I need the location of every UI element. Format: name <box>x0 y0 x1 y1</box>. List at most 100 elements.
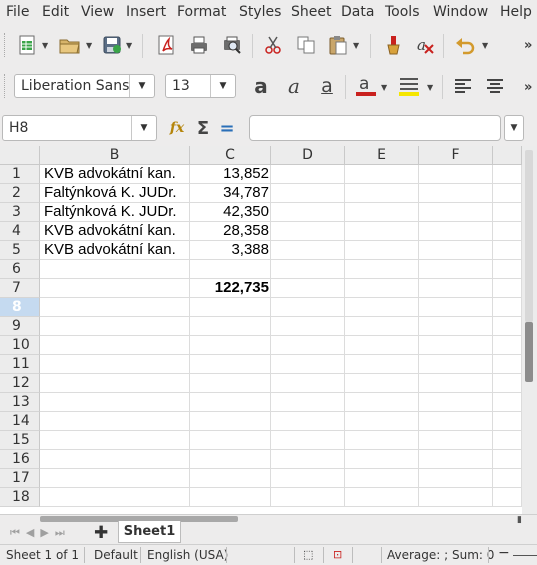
grid-cell[interactable] <box>271 412 345 431</box>
export-pdf-icon[interactable] <box>153 32 179 58</box>
grid-cell[interactable] <box>493 298 522 317</box>
undo-icon[interactable] <box>452 32 478 58</box>
grid-cell[interactable] <box>493 469 522 488</box>
grid-cell[interactable] <box>271 469 345 488</box>
chevron-down-icon[interactable]: ▼ <box>482 41 488 50</box>
column-header-g[interactable] <box>493 146 522 165</box>
grid-cell[interactable] <box>493 241 522 260</box>
row-header[interactable]: 5 <box>0 241 40 260</box>
grid-cell[interactable]: 122,735 <box>190 279 271 298</box>
row-header[interactable]: 13 <box>0 393 40 412</box>
new-spreadsheet-icon[interactable] <box>14 32 40 58</box>
copy-icon[interactable] <box>293 32 319 58</box>
grid-cell[interactable] <box>345 355 419 374</box>
grid-cell[interactable]: KVB advokátní kan. <box>40 222 190 241</box>
grid-cell[interactable] <box>419 260 493 279</box>
grid-cell[interactable] <box>271 450 345 469</box>
grid-cell[interactable] <box>419 431 493 450</box>
grid-cell[interactable] <box>345 260 419 279</box>
grid-cell[interactable] <box>345 450 419 469</box>
grid-cell[interactable]: 13,852 <box>190 165 271 184</box>
grid-cell[interactable] <box>345 393 419 412</box>
paste-icon[interactable] <box>325 32 351 58</box>
grid-cell[interactable] <box>190 450 271 469</box>
print-icon[interactable] <box>186 32 212 58</box>
grid-cell[interactable] <box>493 336 522 355</box>
row-header[interactable]: 7 <box>0 279 40 298</box>
function-wizard-icon[interactable]: fx <box>164 115 190 141</box>
add-sheet-icon[interactable]: ✚ <box>94 523 108 543</box>
font-color-icon[interactable]: a <box>353 73 379 99</box>
grid-cell[interactable] <box>40 260 190 279</box>
menu-insert[interactable]: Insert <box>126 4 166 20</box>
document-modified-icon[interactable]: ⊡ <box>333 548 342 561</box>
grid-cell[interactable]: 3,388 <box>190 241 271 260</box>
grid-cell[interactable] <box>40 431 190 450</box>
grid-cell[interactable] <box>190 317 271 336</box>
grid-cell[interactable] <box>345 412 419 431</box>
grid-cell[interactable]: 34,787 <box>190 184 271 203</box>
grid-cell[interactable] <box>493 374 522 393</box>
grid-cell[interactable] <box>419 165 493 184</box>
grid-cell[interactable]: KVB advokátní kan. <box>40 241 190 260</box>
grid-cell[interactable] <box>493 431 522 450</box>
row-header[interactable]: 1 <box>0 165 40 184</box>
grid-cell[interactable] <box>493 450 522 469</box>
vertical-scrollbar[interactable] <box>522 146 537 514</box>
italic-icon[interactable]: a <box>281 73 307 99</box>
column-header-b[interactable]: B <box>40 146 190 165</box>
grid-cell[interactable] <box>190 336 271 355</box>
grid-cell[interactable] <box>419 450 493 469</box>
grid-cell[interactable] <box>271 203 345 222</box>
grid-cell[interactable] <box>271 355 345 374</box>
clone-formatting-icon[interactable] <box>380 32 406 58</box>
chevron-down-icon[interactable]: ▼ <box>381 83 387 92</box>
grid-cell[interactable] <box>345 203 419 222</box>
name-box[interactable]: H8 ▼ <box>2 115 157 141</box>
grid-cell[interactable]: Faltýnková K. JUDr. <box>40 184 190 203</box>
grid-cell[interactable] <box>271 241 345 260</box>
grid-cell[interactable] <box>40 374 190 393</box>
grid-cell[interactable] <box>419 355 493 374</box>
row-header[interactable]: 17 <box>0 469 40 488</box>
grid-cell[interactable] <box>190 298 271 317</box>
grid-cell[interactable] <box>190 431 271 450</box>
menu-format[interactable]: Format <box>177 4 226 20</box>
menu-tools[interactable]: Tools <box>385 4 420 20</box>
row-header[interactable]: 10 <box>0 336 40 355</box>
grid-cell[interactable] <box>419 317 493 336</box>
align-center-icon[interactable] <box>482 73 508 99</box>
save-icon[interactable] <box>99 32 125 58</box>
grid-cell[interactable] <box>40 279 190 298</box>
row-header[interactable]: 3 <box>0 203 40 222</box>
sum-icon[interactable]: Σ <box>190 115 216 141</box>
grid-cell[interactable] <box>271 317 345 336</box>
menu-styles[interactable]: Styles <box>239 4 281 20</box>
grid-cell[interactable] <box>271 336 345 355</box>
grid-cell[interactable] <box>345 298 419 317</box>
scroll-right-icon[interactable]: ▮ <box>517 515 522 525</box>
formula-input[interactable] <box>249 115 501 141</box>
grid-cell[interactable] <box>40 298 190 317</box>
row-header[interactable]: 15 <box>0 431 40 450</box>
grid-cell[interactable] <box>190 488 271 507</box>
zoom-slider[interactable] <box>513 555 537 556</box>
grid-cell[interactable] <box>345 431 419 450</box>
more-options-icon[interactable]: » <box>524 80 532 95</box>
column-header-d[interactable]: D <box>271 146 345 165</box>
grid-cell[interactable] <box>190 355 271 374</box>
status-page-style[interactable]: Default <box>94 548 138 562</box>
grid-cell[interactable] <box>493 260 522 279</box>
chevron-down-icon[interactable]: ▼ <box>126 41 132 50</box>
grid-cell[interactable] <box>419 241 493 260</box>
grid-cell[interactable] <box>419 412 493 431</box>
chevron-down-icon[interactable]: ▼ <box>42 41 48 50</box>
more-options-icon[interactable]: » <box>524 38 532 53</box>
row-header[interactable]: 14 <box>0 412 40 431</box>
menu-data[interactable]: Data <box>341 4 374 20</box>
menu-sheet[interactable]: Sheet <box>291 4 331 20</box>
clear-formatting-icon[interactable]: a <box>412 32 438 58</box>
bold-icon[interactable]: a <box>248 73 274 99</box>
grid-cell[interactable] <box>345 469 419 488</box>
grid-cell[interactable] <box>40 469 190 488</box>
